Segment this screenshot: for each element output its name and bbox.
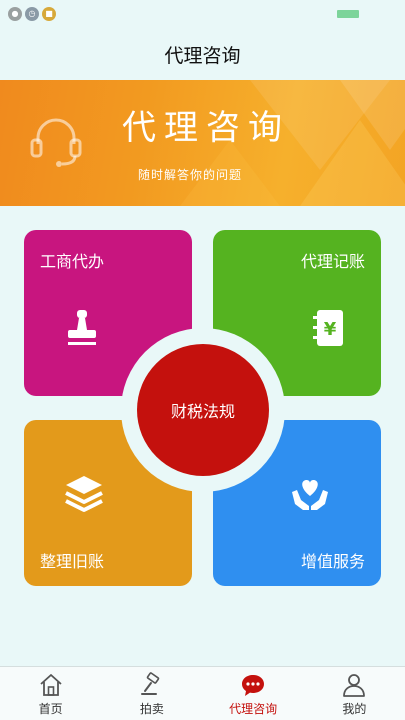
tile-label: 工商代办 (40, 252, 105, 271)
nav-label: 代理咨询 (229, 702, 278, 716)
title-bar: 代理咨询 (0, 28, 405, 80)
person-icon (343, 674, 366, 697)
nav-label: 拍卖 (139, 702, 164, 716)
center-label: 财税法规 (170, 402, 235, 421)
notification-icon: ■ (42, 7, 56, 21)
hands-heart-icon (292, 479, 328, 510)
lock-icon: ● (8, 7, 22, 21)
home-icon (40, 674, 62, 696)
clock-icon: ◷ (25, 7, 39, 21)
layers-icon (65, 476, 103, 512)
ledger-yuan-icon: ¥ (313, 310, 343, 346)
banner-subtitle: 随时解答你的问题 (138, 168, 243, 182)
nav-item-consulting[interactable]: 代理咨询 (203, 667, 304, 720)
stamp-icon (68, 310, 96, 345)
nav-label: 我的 (342, 702, 367, 716)
banner-title: 代理咨询 (122, 108, 290, 148)
page-title: 代理咨询 (164, 44, 241, 67)
headset-icon (30, 118, 82, 167)
tile-label: 代理记账 (300, 252, 365, 271)
nav-item-home[interactable]: 首页 (0, 667, 101, 720)
tile-label: 整理旧账 (40, 552, 105, 571)
tax-regulations-button[interactable]: 财税法规 (137, 344, 269, 476)
svg-text:¥: ¥ (324, 319, 337, 340)
chat-bubble-icon (242, 675, 265, 696)
nav-item-mine[interactable]: 我的 (304, 667, 405, 720)
bottom-nav: 首页 拍卖 代理咨询 我的 (0, 666, 405, 720)
battery-icon (337, 10, 359, 18)
nav-label: 首页 (38, 702, 63, 716)
gavel-icon (140, 672, 160, 695)
status-bar: ● ◷ ■ (0, 0, 405, 28)
banner: 代理咨询 随时解答你的问题 (0, 80, 405, 206)
nav-item-auction[interactable]: 拍卖 (101, 667, 202, 720)
tile-label: 增值服务 (300, 552, 365, 571)
